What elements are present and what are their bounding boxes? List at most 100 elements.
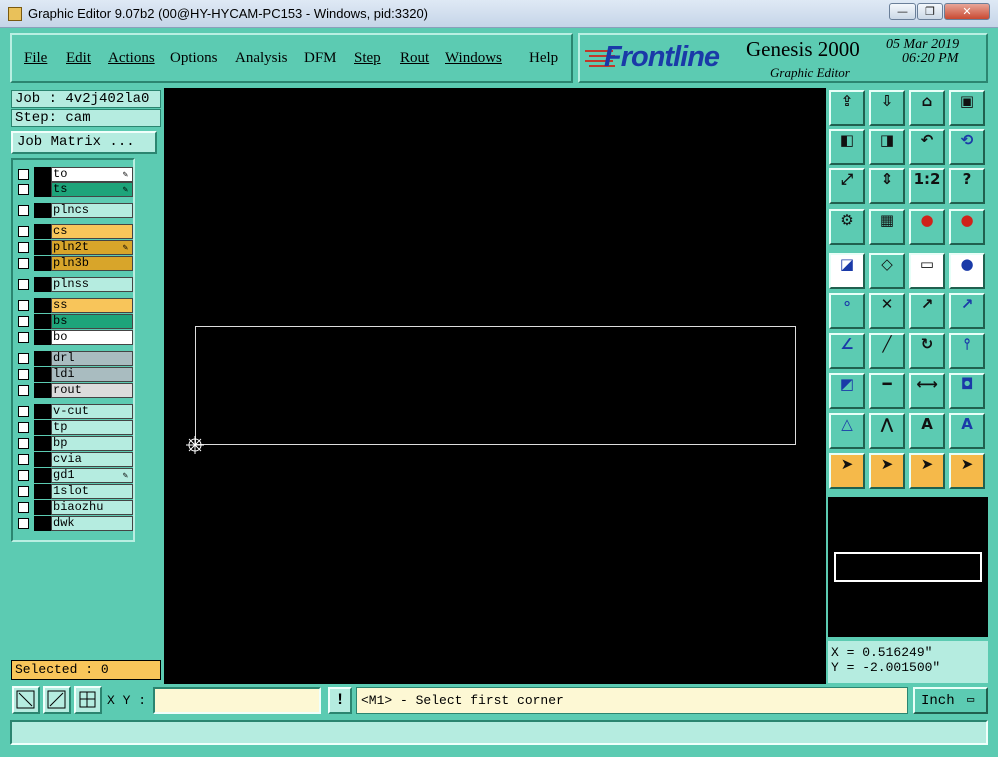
layer-name[interactable]: ts ✎ xyxy=(51,182,133,197)
feature-select-tool-button[interactable]: ◪ xyxy=(829,253,865,289)
layer-checkbox[interactable] xyxy=(18,406,29,417)
layer-row-pln3b[interactable]: pln3b xyxy=(17,256,135,271)
grid-tool-button[interactable]: ▦ xyxy=(869,209,905,245)
layer-name[interactable]: drl xyxy=(51,351,133,366)
layer-row-drl[interactable]: drl xyxy=(17,351,135,366)
mirror-tool-button[interactable]: ⫯ xyxy=(949,333,985,369)
layer-name[interactable]: plnss xyxy=(51,277,133,292)
menu-file[interactable]: File xyxy=(24,50,47,67)
snap-mode-button[interactable] xyxy=(12,686,40,714)
layer-name[interactable]: tp xyxy=(51,420,133,435)
layer-name[interactable]: gd1 ✎ xyxy=(51,468,133,483)
layer-row-to[interactable]: to ✎ xyxy=(17,167,135,182)
layer-name[interactable]: dwk xyxy=(51,516,133,531)
layer-name[interactable]: biaozhu xyxy=(51,500,133,515)
layer-checkbox[interactable] xyxy=(18,518,29,529)
pointer-tool-button[interactable]: ➤ xyxy=(829,453,865,489)
redraw-tool-button[interactable]: ⟲ xyxy=(949,129,985,165)
polygon-tool-button[interactable]: ◇ xyxy=(869,253,905,289)
window-tool-button[interactable]: ▣ xyxy=(949,90,985,126)
pan-left-tool-button[interactable]: ◧ xyxy=(829,129,865,165)
layer-row-gd1[interactable]: gd1 ✎ xyxy=(17,468,135,483)
layer-row-ss[interactable]: ss xyxy=(17,298,135,313)
layer-row-pln2t[interactable]: pln2t ✎ xyxy=(17,240,135,255)
help-tool-button[interactable]: ? xyxy=(949,168,985,204)
layer-row-bs[interactable]: bs xyxy=(17,314,135,329)
menu-step[interactable]: Step xyxy=(354,50,381,67)
menu-actions[interactable]: Actions xyxy=(108,50,155,67)
layer-checkbox[interactable] xyxy=(18,454,29,465)
line-edit-tool-button[interactable]: ╱ xyxy=(869,333,905,369)
layer-checkbox[interactable] xyxy=(18,438,29,449)
shapes-tool-button[interactable]: ◘ xyxy=(949,373,985,409)
layer-row-biaozhu[interactable]: biaozhu xyxy=(17,500,135,515)
layer-name[interactable]: 1slot xyxy=(51,484,133,499)
layer-row-cs[interactable]: cs xyxy=(17,224,135,239)
measure-tool-button[interactable]: ⟷ xyxy=(909,373,945,409)
angle-mode-button[interactable] xyxy=(43,686,71,714)
layer-name[interactable]: pln3b xyxy=(51,256,133,271)
layer-checkbox[interactable] xyxy=(18,316,29,327)
layer-row-tp[interactable]: tp xyxy=(17,420,135,435)
job-matrix-button[interactable]: Job Matrix ... xyxy=(11,131,157,154)
layer-row-dwk[interactable]: dwk xyxy=(17,516,135,531)
xy-input[interactable] xyxy=(153,687,321,714)
layer-row-ldi[interactable]: ldi xyxy=(17,367,135,382)
panel-red-2-tool-button[interactable]: ● xyxy=(949,209,985,245)
layer-row-ts[interactable]: ts ✎ xyxy=(17,182,135,197)
restore-button[interactable]: ❐ xyxy=(917,3,943,20)
execute-button[interactable]: ! xyxy=(328,687,352,714)
route-pointer-tool-button[interactable]: ➤ xyxy=(949,453,985,489)
receive-tool-button[interactable]: ⇩ xyxy=(869,90,905,126)
layer-row-v-cut[interactable]: v-cut xyxy=(17,404,135,419)
undo-view-tool-button[interactable]: ↶ xyxy=(909,129,945,165)
layer-checkbox[interactable] xyxy=(18,279,29,290)
pan-right-tool-button[interactable]: ◨ xyxy=(869,129,905,165)
layer-checkbox[interactable] xyxy=(18,242,29,253)
overview-map[interactable] xyxy=(828,497,988,637)
home-tool-button[interactable]: ⌂ xyxy=(909,90,945,126)
arc-cross-tool-button[interactable]: A xyxy=(949,413,985,449)
layer-checkbox[interactable] xyxy=(18,369,29,380)
layer-checkbox[interactable] xyxy=(18,332,29,343)
settings-tool-button[interactable]: ⚙ xyxy=(829,209,865,245)
rotate-tool-button[interactable]: ↻ xyxy=(909,333,945,369)
connect-tool-button[interactable]: ⚬ xyxy=(829,293,865,329)
copy-tool-button[interactable]: ↗ xyxy=(949,293,985,329)
snap-tool-button[interactable]: ◩ xyxy=(829,373,865,409)
layer-name[interactable]: v-cut xyxy=(51,404,133,419)
arc-center-tool-button[interactable]: A xyxy=(909,413,945,449)
layer-name[interactable]: cs xyxy=(51,224,133,239)
layer-name[interactable]: cvia xyxy=(51,452,133,467)
menu-edit[interactable]: Edit xyxy=(66,50,91,67)
menu-help[interactable]: Help xyxy=(529,50,558,67)
layer-name[interactable]: plncs xyxy=(51,203,133,218)
unit-select[interactable]: Inch ▭ xyxy=(913,687,988,714)
menu-options[interactable]: Options xyxy=(170,50,218,67)
layer-row-bp[interactable]: bp xyxy=(17,436,135,451)
layer-row-1slot[interactable]: 1slot xyxy=(17,484,135,499)
layer-checkbox[interactable] xyxy=(18,470,29,481)
layer-row-rout[interactable]: rout xyxy=(17,383,135,398)
menu-rout[interactable]: Rout xyxy=(400,50,429,67)
layer-name[interactable]: pln2t ✎ xyxy=(51,240,133,255)
layer-checkbox[interactable] xyxy=(18,205,29,216)
arc-up-tool-button[interactable]: ⋀ xyxy=(869,413,905,449)
pad-tool-button[interactable]: ● xyxy=(949,253,985,289)
arc-tool-button[interactable]: △ xyxy=(829,413,865,449)
select-pointer-tool-button[interactable]: ➤ xyxy=(869,453,905,489)
layer-row-cvia[interactable]: cvia xyxy=(17,452,135,467)
layer-checkbox[interactable] xyxy=(18,258,29,269)
layer-name[interactable]: bp xyxy=(51,436,133,451)
layer-row-plncs[interactable]: plncs xyxy=(17,203,135,218)
move-tool-button[interactable]: ↗ xyxy=(909,293,945,329)
layer-name[interactable]: to ✎ xyxy=(51,167,133,182)
send-to-tool-button[interactable]: ⇪ xyxy=(829,90,865,126)
scale-1-2-tool-button[interactable]: 1:2 xyxy=(909,168,945,204)
zoom-fit-tool-button[interactable]: ⤢ xyxy=(829,168,865,204)
layer-checkbox[interactable] xyxy=(18,502,29,513)
layer-name[interactable]: rout xyxy=(51,383,133,398)
layer-checkbox[interactable] xyxy=(18,300,29,311)
layer-checkbox[interactable] xyxy=(18,486,29,497)
layer-name[interactable]: bo xyxy=(51,330,133,345)
